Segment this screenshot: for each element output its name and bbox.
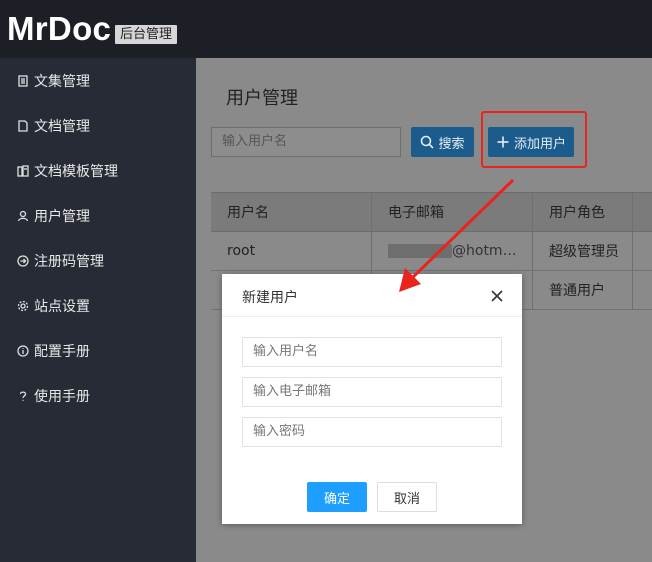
sidebar-item-config-manual[interactable]: 配置手册: [16, 340, 90, 362]
cell-role: 超级管理员: [533, 232, 633, 270]
column-header-email[interactable]: 电子邮箱: [372, 193, 533, 231]
password-field[interactable]: 输入密码: [242, 417, 502, 447]
sidebar-item-label: 文档模板管理: [34, 164, 118, 180]
search-button[interactable]: 搜索: [411, 127, 474, 157]
sidebar-item-label: 用户管理: [34, 209, 90, 225]
column-header-truncated: [633, 193, 652, 231]
column-header-username[interactable]: 用户名: [211, 193, 372, 231]
template-icon: [16, 165, 29, 178]
admin-badge: 后台管理: [115, 25, 178, 44]
column-header-role[interactable]: 用户角色: [533, 193, 633, 231]
cell-email-text: @hotm…: [452, 243, 517, 259]
register-code-icon: [16, 255, 29, 268]
question-icon: [16, 390, 29, 403]
sidebar-item-users[interactable]: 用户管理: [16, 205, 90, 227]
sidebar-item-collections[interactable]: 文集管理: [16, 70, 90, 92]
search-input[interactable]: 输入用户名: [211, 127, 401, 157]
confirm-button[interactable]: 确定: [307, 482, 367, 512]
document-icon: [16, 120, 29, 133]
annotation-highlight-box: [481, 111, 587, 168]
app-logo[interactable]: MrDoc: [7, 10, 111, 48]
new-user-dialog: 新建用户 输入用户名 输入电子邮箱 输入密码 确定 取消: [222, 274, 522, 524]
table-row[interactable]: root @hotm… 超级管理员: [211, 232, 652, 271]
close-icon[interactable]: [490, 288, 506, 304]
cell-truncated: [633, 232, 652, 270]
cell-role: 普通用户: [533, 271, 633, 309]
cell-truncated: [633, 271, 652, 309]
sidebar-item-templates[interactable]: 文档模板管理: [16, 160, 118, 182]
email-field[interactable]: 输入电子邮箱: [242, 377, 502, 407]
sidebar-item-site-settings[interactable]: 站点设置: [16, 295, 90, 317]
top-bar: MrDoc 后台管理: [0, 0, 652, 58]
search-button-label: 搜索: [438, 136, 465, 152]
sidebar-item-label: 文档管理: [34, 119, 90, 135]
redacted-block: [388, 244, 452, 258]
sidebar-item-label: 文集管理: [34, 74, 90, 90]
sidebar: 文集管理 文档管理 文档模板管理 用户管理 注册码管理 站点设置 配置手册 使用…: [0, 58, 196, 562]
dialog-header: 新建用户: [222, 274, 522, 317]
sidebar-item-label: 使用手册: [34, 389, 90, 405]
sidebar-item-documents[interactable]: 文档管理: [16, 115, 90, 137]
gear-icon: [16, 300, 29, 313]
sidebar-item-user-manual[interactable]: 使用手册: [16, 385, 90, 407]
cancel-button[interactable]: 取消: [377, 482, 437, 512]
page-title: 用户管理: [226, 88, 298, 109]
cell-username: root: [211, 232, 372, 270]
search-icon: [420, 135, 438, 149]
username-field[interactable]: 输入用户名: [242, 337, 502, 367]
sidebar-item-label: 站点设置: [34, 299, 90, 315]
cell-email: @hotm…: [372, 232, 533, 270]
dialog-title: 新建用户: [242, 290, 298, 306]
table-header: 用户名 电子邮箱 用户角色: [211, 192, 652, 232]
sidebar-item-register-codes[interactable]: 注册码管理: [16, 250, 104, 272]
user-icon: [16, 210, 29, 223]
sidebar-item-label: 配置手册: [34, 344, 90, 360]
book-icon: [16, 75, 29, 88]
info-icon: [16, 345, 29, 358]
sidebar-item-label: 注册码管理: [34, 254, 104, 270]
